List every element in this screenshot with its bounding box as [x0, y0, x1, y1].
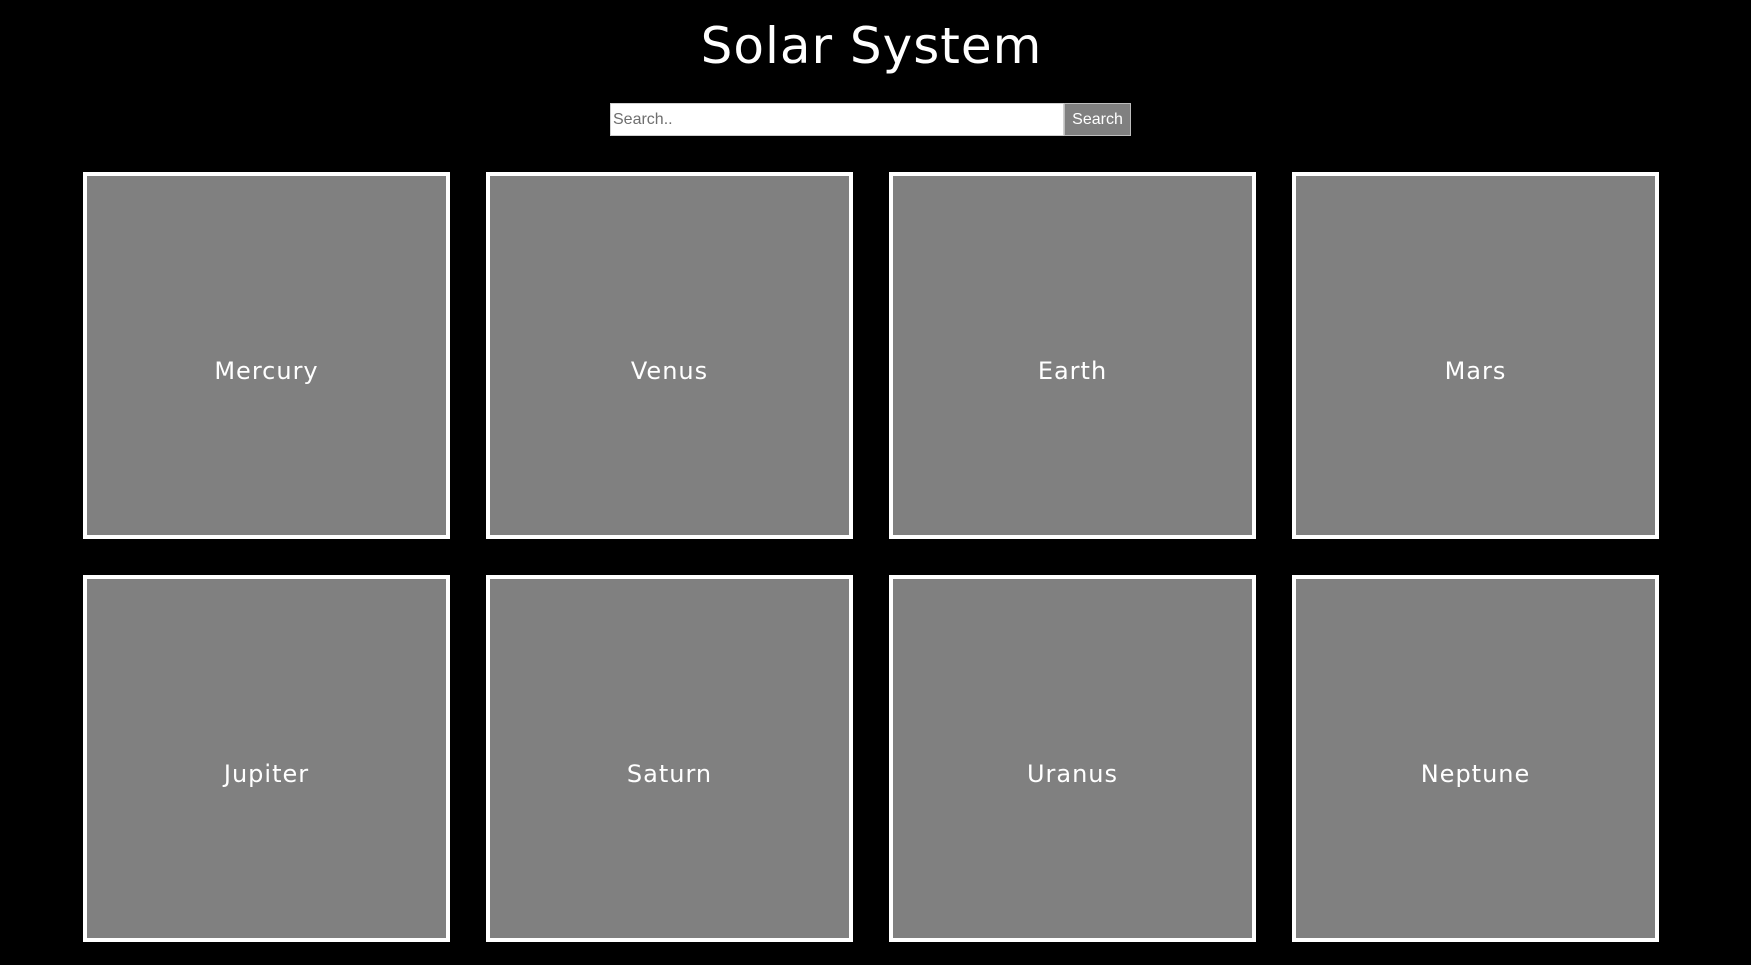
- planet-card-label: Saturn: [626, 759, 713, 788]
- planet-card-uranus[interactable]: Uranus: [889, 575, 1256, 942]
- planet-card-label: Venus: [630, 356, 709, 385]
- page-title: Solar System: [700, 17, 1043, 75]
- planet-card-earth[interactable]: Earth: [889, 172, 1256, 539]
- planet-card-label: Jupiter: [223, 759, 310, 788]
- search-input[interactable]: [610, 103, 1064, 136]
- planet-card-mars[interactable]: Mars: [1292, 172, 1659, 539]
- planet-card-venus[interactable]: Venus: [486, 172, 853, 539]
- planet-card-label: Mercury: [214, 356, 319, 385]
- search-bar: Search: [610, 103, 1131, 136]
- planet-card-label: Uranus: [1026, 759, 1119, 788]
- planet-grid: Mercury Venus Earth Mars Jupiter Saturn …: [83, 172, 1659, 942]
- planet-card-jupiter[interactable]: Jupiter: [83, 575, 450, 942]
- search-button[interactable]: Search: [1064, 103, 1131, 136]
- page: Solar System Search Mercury Venus Earth …: [0, 0, 1751, 965]
- planet-card-label: Mars: [1444, 356, 1507, 385]
- planet-card-mercury[interactable]: Mercury: [83, 172, 450, 539]
- planet-card-label: Earth: [1037, 356, 1108, 385]
- planet-card-neptune[interactable]: Neptune: [1292, 575, 1659, 942]
- planet-card-label: Neptune: [1420, 759, 1531, 788]
- planet-card-saturn[interactable]: Saturn: [486, 575, 853, 942]
